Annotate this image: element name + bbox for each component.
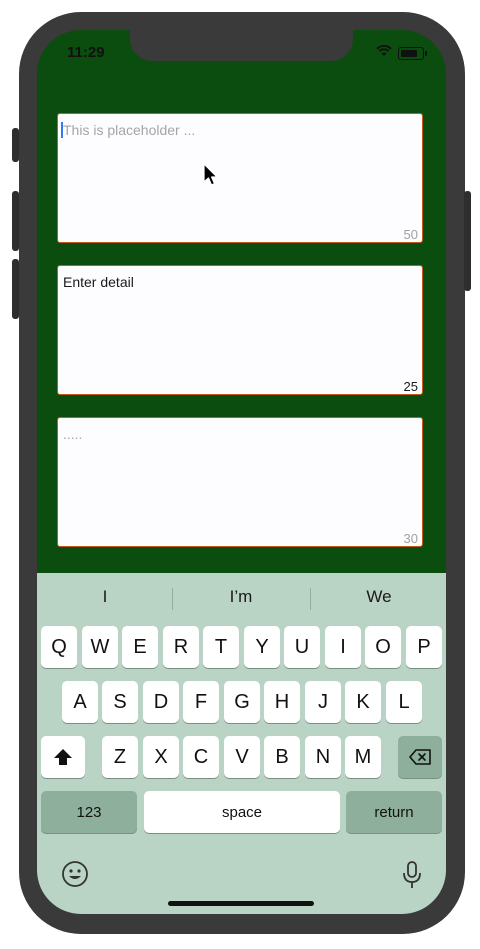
key-n[interactable]: N <box>305 736 341 778</box>
keyboard: I I’m We Q W E R T Y U I O P A S D F G H… <box>37 573 446 914</box>
signal-dots: ···· <box>351 47 370 59</box>
mute-switch <box>12 128 19 162</box>
key-j[interactable]: J <box>305 681 341 723</box>
emoji-icon <box>62 861 88 887</box>
mouse-cursor-icon <box>203 163 219 192</box>
key-q[interactable]: Q <box>41 626 77 668</box>
text-area-3[interactable]: ..... 30 <box>57 417 423 547</box>
app-screen: 11:29 ···· This is placeholder ... 50 En… <box>37 30 446 914</box>
text-area-1-counter: 50 <box>403 227 418 242</box>
text-area-1[interactable]: This is placeholder ... 50 <box>57 113 423 243</box>
key-b[interactable]: B <box>264 736 300 778</box>
key-i[interactable]: I <box>325 626 361 668</box>
key-c[interactable]: C <box>183 736 219 778</box>
suggestion-3[interactable]: We <box>311 587 446 607</box>
key-f[interactable]: F <box>183 681 219 723</box>
microphone-icon <box>403 861 421 888</box>
key-e[interactable]: E <box>122 626 158 668</box>
key-m[interactable]: M <box>345 736 381 778</box>
volume-up-button <box>12 191 19 251</box>
volume-down-button <box>12 259 19 319</box>
key-z[interactable]: Z <box>102 736 138 778</box>
text-area-3-counter: 30 <box>403 531 418 546</box>
power-button <box>464 191 471 291</box>
shift-icon <box>54 749 72 765</box>
backspace-icon <box>409 749 431 765</box>
key-s[interactable]: S <box>102 681 138 723</box>
dictation-button[interactable] <box>402 860 422 895</box>
wifi-icon <box>376 44 392 62</box>
status-time: 11:29 <box>67 44 105 61</box>
key-w[interactable]: W <box>82 626 118 668</box>
suggestion-1[interactable]: I <box>37 587 173 607</box>
key-x[interactable]: X <box>143 736 179 778</box>
backspace-key[interactable] <box>398 736 442 778</box>
status-icons: ···· <box>351 44 427 62</box>
battery-icon <box>398 46 427 60</box>
key-d[interactable]: D <box>143 681 179 723</box>
text-area-2-value: Enter detail <box>63 274 134 290</box>
key-k[interactable]: K <box>345 681 381 723</box>
text-area-3-placeholder: ..... <box>63 426 83 442</box>
key-h[interactable]: H <box>264 681 300 723</box>
emoji-button[interactable] <box>61 860 89 893</box>
notch <box>130 30 353 61</box>
key-p[interactable]: P <box>406 626 442 668</box>
shift-key[interactable] <box>41 736 85 778</box>
key-r[interactable]: R <box>163 626 199 668</box>
key-g[interactable]: G <box>224 681 260 723</box>
key-t[interactable]: T <box>203 626 239 668</box>
key-l[interactable]: L <box>386 681 422 723</box>
suggestion-2[interactable]: I’m <box>173 587 309 607</box>
text-area-1-placeholder: This is placeholder ... <box>63 122 196 138</box>
key-a[interactable]: A <box>62 681 98 723</box>
text-area-2-counter: 25 <box>403 379 418 394</box>
key-u[interactable]: U <box>284 626 320 668</box>
key-o[interactable]: O <box>365 626 401 668</box>
key-y[interactable]: Y <box>244 626 280 668</box>
space-key[interactable]: space <box>144 791 340 833</box>
key-v[interactable]: V <box>224 736 260 778</box>
numbers-key[interactable]: 123 <box>41 791 137 833</box>
suggestion-bar: I I’m We <box>37 573 446 625</box>
home-indicator <box>168 901 314 906</box>
text-area-2[interactable]: Enter detail 25 <box>57 265 423 395</box>
return-key[interactable]: return <box>346 791 442 833</box>
